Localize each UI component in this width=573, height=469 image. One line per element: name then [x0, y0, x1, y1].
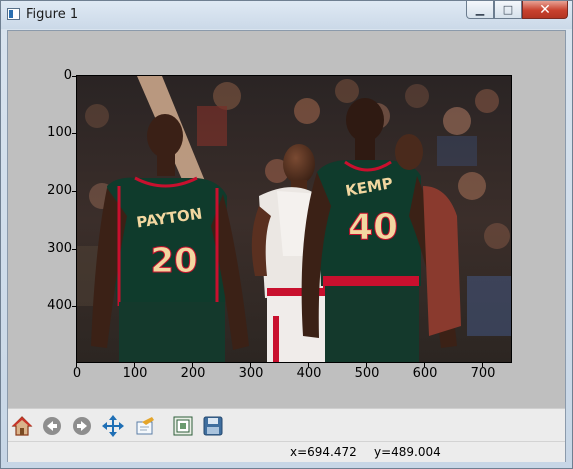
svg-text:20: 20	[150, 241, 197, 281]
home-icon[interactable]	[10, 414, 34, 438]
y-tick-label: 100	[47, 125, 72, 140]
title-bar[interactable]: Figure 1 ▁ □ ✕	[1, 1, 572, 29]
cursor-x-readout: x=694.472	[290, 445, 357, 459]
y-tick-label: 200	[47, 183, 72, 198]
svg-text:40: 40	[348, 207, 398, 248]
basketball-photo: PAYTON 20 KEMP 40	[77, 76, 511, 362]
x-tick-label: 0	[72, 366, 82, 381]
x-tick-label: 100	[122, 366, 148, 381]
configure-subplots-icon[interactable]	[171, 414, 195, 438]
x-tick-label: 400	[296, 366, 322, 381]
pan-icon[interactable]	[101, 414, 125, 438]
image-axes[interactable]: PAYTON 20 KEMP 40	[76, 75, 512, 363]
x-tick-label: 700	[470, 366, 496, 381]
caption-buttons: ▁ □ ✕	[466, 1, 568, 21]
x-tick-label: 200	[180, 366, 206, 381]
cursor-y-readout: y=489.004	[374, 445, 441, 459]
save-icon[interactable]	[201, 414, 225, 438]
forward-icon[interactable]	[70, 414, 94, 438]
maximize-button[interactable]: □	[494, 1, 522, 19]
status-bar: x=694.472 y=489.004	[8, 441, 565, 462]
back-icon[interactable]	[40, 414, 64, 438]
y-tick-label: 300	[47, 241, 72, 256]
x-tick-label: 500	[354, 366, 380, 381]
close-button[interactable]: ✕	[522, 1, 568, 19]
y-tick-label: 0	[63, 68, 72, 83]
window-title: Figure 1	[26, 7, 79, 22]
figure-canvas[interactable]: 0 100 200 300 400 0 100 200 300 400 500 …	[8, 31, 565, 408]
navigation-toolbar	[8, 408, 565, 442]
zoom-icon[interactable]	[133, 414, 157, 438]
x-tick-label: 600	[412, 366, 438, 381]
figure-app-icon	[7, 8, 20, 20]
figure-window: Figure 1 ▁ □ ✕ 0 100 200 300 400 0 100 2…	[0, 0, 573, 469]
y-tick-label: 400	[47, 298, 72, 313]
figure-client-area: 0 100 200 300 400 0 100 200 300 400 500 …	[7, 30, 566, 462]
x-tick-label: 300	[238, 366, 264, 381]
minimize-button[interactable]: ▁	[466, 1, 494, 19]
